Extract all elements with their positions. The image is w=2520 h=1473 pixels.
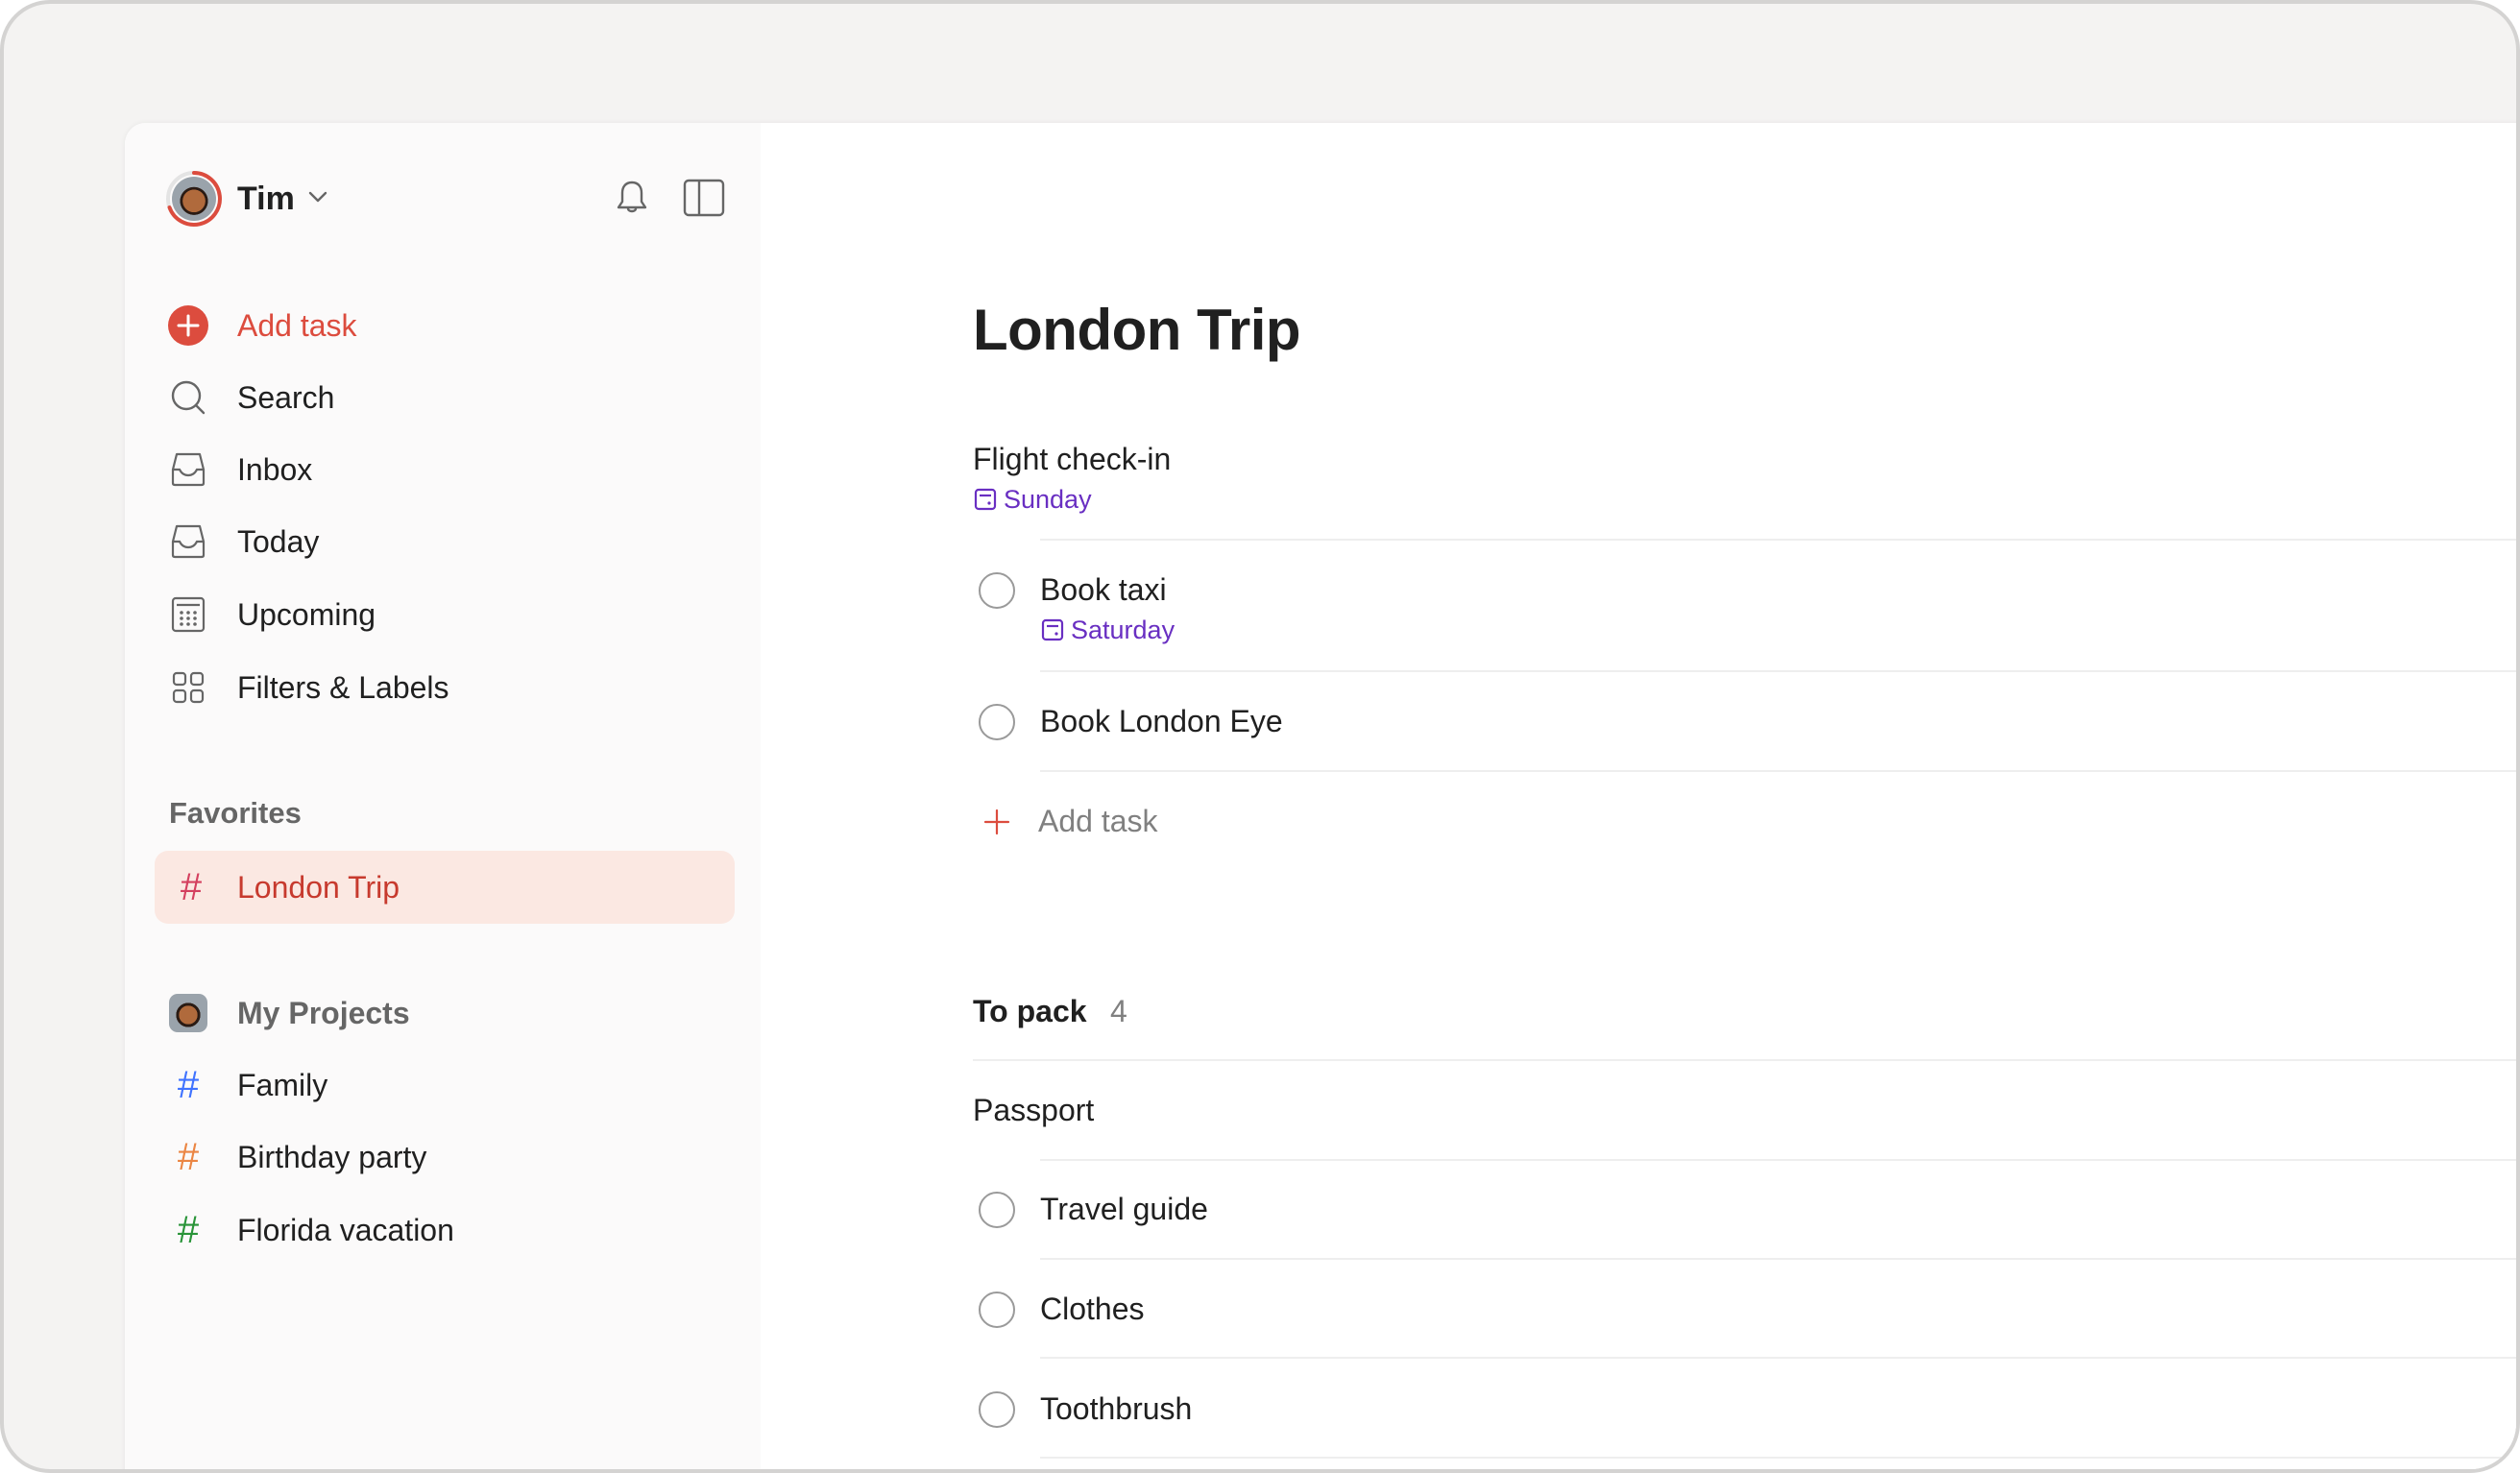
add-task-label: Add task [1038,804,1158,838]
task-item[interactable]: Passport [973,1089,2516,1147]
hash-icon: # [177,1209,200,1251]
hash-icon: # [177,1064,200,1106]
inbox-icon [171,452,206,487]
plus-icon [983,809,1010,835]
divider [1040,539,2516,541]
favorites-heading[interactable]: Favorites [169,792,302,834]
sidebar-panel-icon[interactable] [682,177,726,219]
sidebar-item-label: Filters & Labels [237,670,449,705]
task-title: Clothes [1040,1292,1145,1326]
avatar [172,177,216,221]
sidebar-item-label: Search [237,380,335,415]
task-due-date-label: Saturday [1071,616,1175,644]
sidebar-item-today[interactable]: Today [152,511,734,572]
section-count: 4 [1110,994,1127,1028]
sidebar-item-upcoming[interactable]: Upcoming [152,584,734,645]
sidebar-item-label: London Trip [237,870,400,905]
sidebar-section-label: My Projects [237,996,410,1030]
task-due-date: Sunday [973,482,1092,517]
section-header[interactable]: To pack 4 [973,990,2516,1038]
task-item[interactable]: Clothes [973,1288,2516,1345]
grid-icon [172,671,205,704]
sidebar-item-label: Family [237,1068,328,1102]
sidebar-item-inbox[interactable]: Inbox [152,439,734,500]
task-item[interactable]: Flight check-in Sunday [973,438,2516,538]
divider [1040,1457,2516,1459]
task-item[interactable]: Toothbrush [973,1388,2516,1445]
my-projects-avatar [169,994,207,1032]
divider [1040,770,2516,772]
task-checkbox[interactable] [979,1391,1015,1428]
divider [1040,1258,2516,1260]
divider [1040,670,2516,672]
calendar-small-icon [974,488,997,511]
sidebar-item-london-trip[interactable]: # London Trip [155,851,735,924]
task-item[interactable]: Book taxi Saturday [973,568,2516,668]
sidebar-item-label: Today [237,524,320,559]
task-checkbox[interactable] [979,704,1015,740]
section-title: To pack [973,994,1087,1028]
sidebar-item-add-task[interactable]: Add task [152,295,734,356]
task-title: Passport [973,1093,1095,1127]
task-item[interactable]: Travel guide [973,1188,2516,1245]
sidebar-item-birthday-party[interactable]: # Birthday party [152,1126,734,1188]
search-icon [171,380,206,415]
sidebar-item-label: Florida vacation [237,1213,454,1247]
task-due-date: Saturday [1040,613,1175,647]
page-title: London Trip [973,298,1301,362]
add-task-button[interactable]: Add task [973,800,2516,848]
my-projects-heading[interactable]: My Projects [152,982,734,1044]
hash-icon: # [177,1136,200,1178]
sidebar-item-filters-labels[interactable]: Filters & Labels [152,657,734,718]
today-icon [171,524,206,559]
sidebar-item-label: Birthday party [237,1140,427,1174]
task-title: Flight check-in [973,442,1172,476]
section-divider [973,1059,2516,1061]
task-item[interactable]: Book London Eye [973,700,2516,758]
task-checkbox[interactable] [979,1192,1015,1228]
task-title: Travel guide [1040,1192,1208,1226]
task-title: Book taxi [1040,572,1167,607]
task-due-date-label: Sunday [1004,485,1092,514]
hash-icon: # [180,866,203,908]
sidebar: Tim Add task Search Inbox Today Upcoming… [125,123,761,1469]
main-content: London Trip Flight check-in Sunday Book … [761,123,2516,1469]
task-checkbox[interactable] [979,572,1015,609]
user-name: Tim [237,181,295,217]
user-menu-button[interactable]: Tim [159,165,342,234]
divider [1040,1159,2516,1161]
chevron-down-icon [308,191,327,203]
sidebar-item-label: Inbox [237,452,313,487]
task-title: Toothbrush [1040,1391,1193,1426]
bell-icon[interactable] [611,177,653,219]
sidebar-item-family[interactable]: # Family [152,1054,734,1116]
sidebar-item-florida-vacation[interactable]: # Florida vacation [152,1199,734,1261]
device-frame: Tim Add task Search Inbox Today Upcoming… [0,0,2520,1473]
app-window: Tim Add task Search Inbox Today Upcoming… [125,123,2516,1469]
divider [1040,1357,2516,1359]
calendar-small-icon [1041,618,1064,641]
sidebar-item-search[interactable]: Search [152,367,734,428]
sidebar-item-label: Upcoming [237,597,376,632]
sidebar-item-label: Add task [237,308,357,343]
task-checkbox[interactable] [979,1292,1015,1328]
add-circle-icon [168,305,208,346]
task-title: Book London Eye [1040,704,1283,738]
calendar-icon [171,596,206,633]
